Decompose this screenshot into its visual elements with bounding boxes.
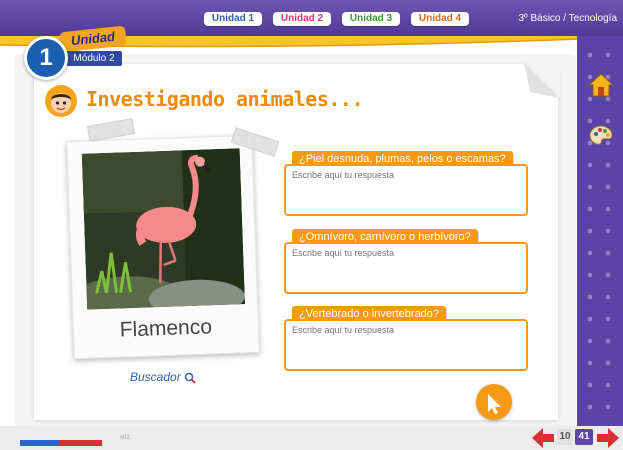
buscador-label: Buscador (130, 370, 181, 384)
home-icon[interactable] (587, 72, 615, 98)
student-avatar-icon (45, 85, 77, 117)
photo-caption: Flamenco (119, 315, 213, 342)
next-page-arrow-icon[interactable] (597, 428, 619, 448)
pointer-tool-button[interactable] (476, 384, 512, 420)
tab-unidad-4[interactable]: Unidad 4 (411, 12, 469, 26)
tab-unidad-2[interactable]: Unidad 2 (273, 12, 331, 26)
total-pages-number: 41 (575, 429, 593, 445)
palette-icon[interactable] (588, 123, 614, 149)
flamingo-photo (81, 148, 246, 310)
unit-tabs: Unidad 1 Unidad 2 Unidad 3 Unidad 4 (204, 12, 469, 26)
question-2-input[interactable] (292, 248, 520, 288)
current-page-number: 10 (557, 429, 573, 445)
question-2-box (284, 242, 528, 294)
buscador-link[interactable]: Buscador (130, 370, 196, 384)
tab-unidad-3[interactable]: Unidad 3 (342, 12, 400, 26)
photo-card: Flamenco (66, 134, 260, 360)
badge-modulo-label: Módulo 2 (66, 51, 122, 66)
question-3-input[interactable] (292, 325, 520, 365)
right-sidebar (577, 36, 623, 426)
tab-unidad-1[interactable]: Unidad 1 (204, 12, 262, 26)
page-title: Investigando animales... (86, 87, 363, 111)
footer-bar: s02 10 41 (0, 426, 623, 450)
search-icon (184, 372, 196, 384)
page-fold-icon (524, 62, 560, 98)
question-1-box (284, 164, 528, 216)
unit-number-badge: 1 (24, 36, 68, 80)
cursor-arrow-icon (488, 394, 501, 414)
footer-red-bar (60, 440, 102, 446)
footer-blue-bar (20, 440, 60, 446)
prev-page-arrow-icon[interactable] (532, 428, 554, 448)
question-3-box (284, 319, 528, 371)
question-1-input[interactable] (292, 170, 520, 210)
grade-label: 3º Básico / Tecnología (518, 13, 617, 24)
footer-code: s02 (120, 435, 130, 441)
